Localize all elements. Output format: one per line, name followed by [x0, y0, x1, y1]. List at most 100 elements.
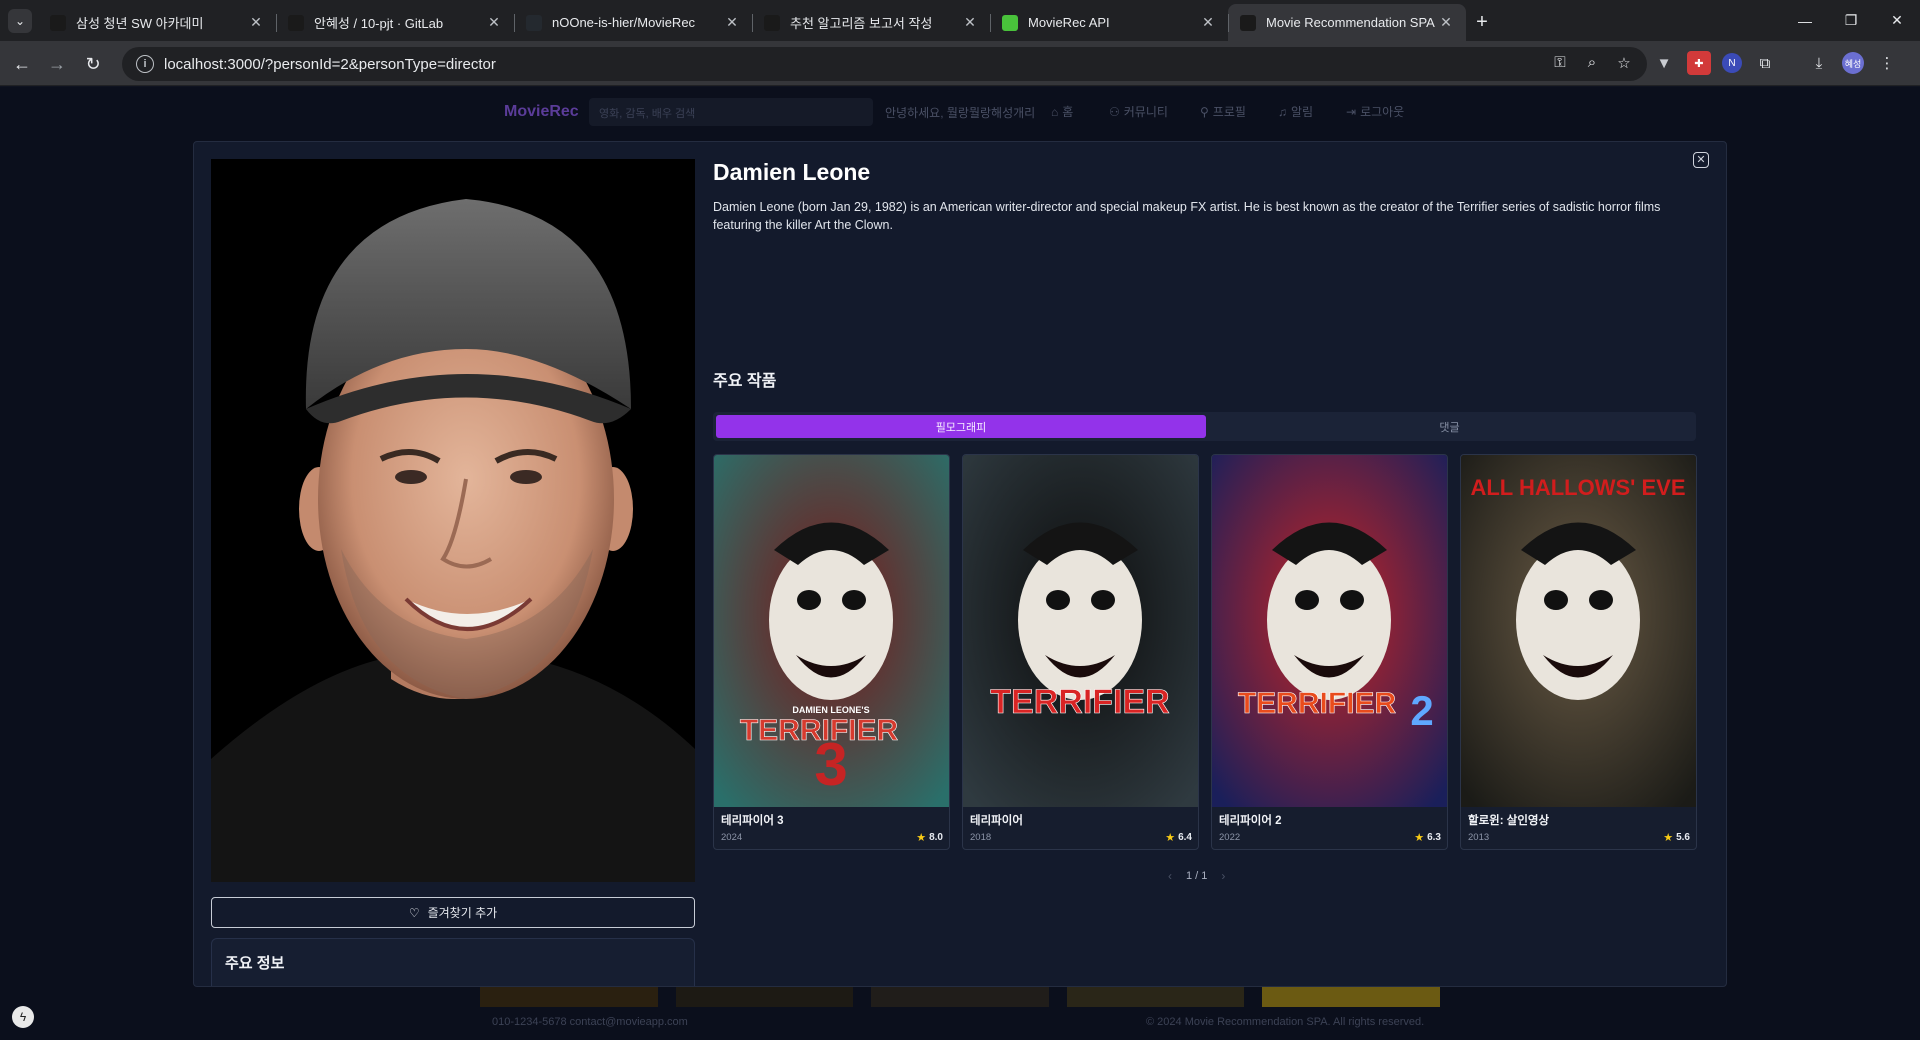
new-tab-button[interactable]: +: [1470, 10, 1494, 34]
bookmark-star-icon[interactable]: ☆: [1615, 54, 1633, 72]
devtools-badge-icon[interactable]: ϟ: [12, 1006, 34, 1028]
prev-page-icon[interactable]: ‹: [1168, 869, 1172, 883]
browser-tab[interactable]: 안혜성 / 10-pjt · GitLab ✕: [276, 4, 514, 41]
minimize-icon[interactable]: —: [1782, 0, 1828, 41]
movie-card[interactable]: TERRIFIER 테리파이어 2018 ★ 6.4: [962, 454, 1199, 850]
logout-icon: ⇥: [1346, 104, 1357, 119]
tab-close-icon[interactable]: ✕: [486, 14, 502, 31]
movie-rating: ★ 5.6: [1663, 831, 1690, 844]
movie-rating-value: 6.3: [1427, 832, 1441, 843]
app-nav-link[interactable]: ⌂ 홈: [1051, 103, 1073, 120]
add-favorite-button[interactable]: ♡ 즐겨찾기 추가: [211, 897, 695, 928]
app-nav-link[interactable]: ⚇ 커뮤니티: [1109, 103, 1168, 120]
movie-poster[interactable]: ALL HALLOWS' EVE: [1461, 455, 1696, 807]
works-tabs: 필모그래피 댓글: [713, 412, 1696, 441]
browser-tabs: 삼성 청년 SW 아카데미 ✕ 안혜성 / 10-pjt · GitLab ✕ nOOn…: [38, 4, 1466, 41]
app-nav-link[interactable]: ⇥ 로그아웃: [1346, 103, 1404, 120]
tab-favicon-icon: [50, 14, 66, 31]
app-nav-link[interactable]: ♫ 알림: [1278, 103, 1313, 120]
movie-rating-value: 8.0: [929, 832, 943, 843]
movie-rating-value: 5.6: [1676, 832, 1690, 843]
download-icon[interactable]: ⤓: [1807, 51, 1831, 75]
tab-close-icon[interactable]: ✕: [724, 14, 740, 31]
movie-rating: ★ 6.3: [1414, 831, 1441, 844]
browser-tab[interactable]: MovieRec API ✕: [990, 4, 1228, 41]
star-icon: ★: [1414, 832, 1425, 844]
chrome-menu-icon[interactable]: ⋮: [1875, 51, 1899, 75]
tab-search-dropdown-icon[interactable]: ⌄: [8, 9, 32, 33]
tab-favicon-icon: [288, 14, 304, 31]
password-key-icon[interactable]: ⚿: [1551, 54, 1569, 72]
page-indicator: 1 / 1: [1186, 870, 1208, 882]
toolbar-divider: [1788, 51, 1796, 75]
tab-close-icon[interactable]: ✕: [1438, 14, 1454, 31]
movie-card[interactable]: TERRIFIER 2 테리파이어 2 2022 ★ 6.3: [1211, 454, 1448, 850]
close-icon[interactable]: ✕: [1693, 152, 1709, 168]
app-nav-label: 로그아웃: [1360, 105, 1405, 119]
movie-title: 테리파이어: [970, 815, 1023, 827]
movie-rating: ★ 8.0: [916, 831, 943, 844]
tab-favicon-icon: [1002, 14, 1018, 31]
pagination: ‹ 1 / 1 ›: [1168, 869, 1225, 883]
extensions-puzzle-icon[interactable]: ⧉: [1753, 51, 1777, 75]
tab-comments[interactable]: 댓글: [1206, 415, 1693, 438]
close-window-icon[interactable]: ✕: [1874, 0, 1920, 41]
tab-close-icon[interactable]: ✕: [962, 14, 978, 31]
poster-number-text: 2: [1410, 687, 1433, 734]
app-navbar: MovieRec 영화, 감독, 배우 검색 안녕하세요, 뭘랑뭘랑해성개리 ⌂…: [0, 87, 1920, 135]
tab-favicon-icon: [764, 14, 780, 31]
person-name: Damien Leone: [713, 159, 871, 185]
browser-tab[interactable]: Movie Recommendation SPA ✕: [1228, 4, 1466, 41]
poster-title-text: TERRIFIER: [1238, 687, 1397, 720]
poster-top-text: ALL HALLOWS' EVE: [1470, 475, 1685, 500]
filmography-grid: DAMIEN LEONE'S TERRIFIER 3 테리파이어 3 2024 ★ 8.0 T…: [713, 454, 1697, 850]
key-info-card: 주요 정보: [211, 938, 695, 986]
heart-icon: ♡: [408, 905, 420, 920]
movie-title: 테리파이어 2: [1219, 815, 1282, 827]
browser-tab[interactable]: nOOne-is-hier/MovieRec ✕: [514, 4, 752, 41]
next-page-icon[interactable]: ›: [1221, 869, 1225, 883]
tab-title: MovieRec API: [1028, 15, 1110, 30]
back-icon[interactable]: ←: [9, 51, 35, 77]
person-portrait: [211, 159, 695, 882]
tab-filmography[interactable]: 필모그래피: [716, 415, 1206, 438]
movie-poster[interactable]: TERRIFIER: [963, 455, 1198, 807]
greeting-text: 안녕하세요, 뭘랑뭘랑해성개리: [885, 106, 1036, 120]
app-logo[interactable]: MovieRec: [504, 103, 579, 121]
tab-close-icon[interactable]: ✕: [1200, 14, 1216, 31]
profile-avatar[interactable]: 혜성: [1842, 52, 1864, 74]
site-info-icon[interactable]: i: [136, 55, 154, 73]
browser-tab-strip: ⌄ 삼성 청년 SW 아카데미 ✕ 안혜성 / 10-pjt · GitLab ✕ nO…: [0, 0, 1920, 41]
movie-poster[interactable]: DAMIEN LEONE'S TERRIFIER 3: [714, 455, 949, 807]
forward-icon[interactable]: →: [44, 51, 70, 77]
movie-card[interactable]: ALL HALLOWS' EVE 할로윈: 살인영상 2013 ★ 5.6: [1460, 454, 1697, 850]
app-nav-link[interactable]: ⚲ 프로필: [1200, 103, 1246, 120]
browser-tab[interactable]: 추천 알고리즘 보고서 작성 ✕: [752, 4, 990, 41]
movie-card[interactable]: DAMIEN LEONE'S TERRIFIER 3 테리파이어 3 2024 ★ 8.0: [713, 454, 950, 850]
url-text[interactable]: localhost:3000/?personId=2&personType=di…: [164, 56, 496, 73]
movie-poster[interactable]: TERRIFIER 2: [1212, 455, 1447, 807]
footer-copyright: © 2024 Movie Recommendation SPA. All rig…: [1146, 1016, 1425, 1028]
vuetify-extension-icon[interactable]: ▼: [1652, 51, 1676, 75]
app-nav-label: 프로필: [1212, 105, 1246, 119]
address-bar[interactable]: i localhost:3000/?personId=2&personType=…: [122, 47, 1647, 81]
tab-title: 추천 알고리즘 보고서 작성: [790, 16, 933, 31]
background-posters: [480, 987, 1440, 1007]
window-controls: — ❐ ✕: [1782, 0, 1920, 41]
restore-icon[interactable]: ❐: [1828, 0, 1874, 41]
background-poster: [1262, 987, 1440, 1007]
footer-contact: 010-1234-5678 contact@movieapp.com: [492, 1016, 688, 1028]
tab-close-icon[interactable]: ✕: [248, 14, 264, 31]
app-nav-label: 홈: [1062, 105, 1074, 119]
reload-icon[interactable]: ↻: [80, 51, 106, 77]
blue-extension-icon[interactable]: N: [1722, 53, 1742, 73]
browser-tab[interactable]: 삼성 청년 SW 아카데미 ✕: [38, 4, 276, 41]
star-icon: ★: [1663, 832, 1674, 844]
background-poster: [480, 987, 658, 1007]
app-nav-label: 커뮤니티: [1123, 105, 1168, 119]
browser-toolbar: ← → ↻ i localhost:3000/?personId=2&perso…: [0, 41, 1920, 86]
red-extension-icon[interactable]: ✚: [1687, 51, 1711, 75]
zoom-icon[interactable]: ⌕: [1583, 54, 1601, 72]
app-search-input[interactable]: 영화, 감독, 배우 검색: [589, 98, 873, 126]
tab-title: nOOne-is-hier/MovieRec: [552, 15, 696, 30]
